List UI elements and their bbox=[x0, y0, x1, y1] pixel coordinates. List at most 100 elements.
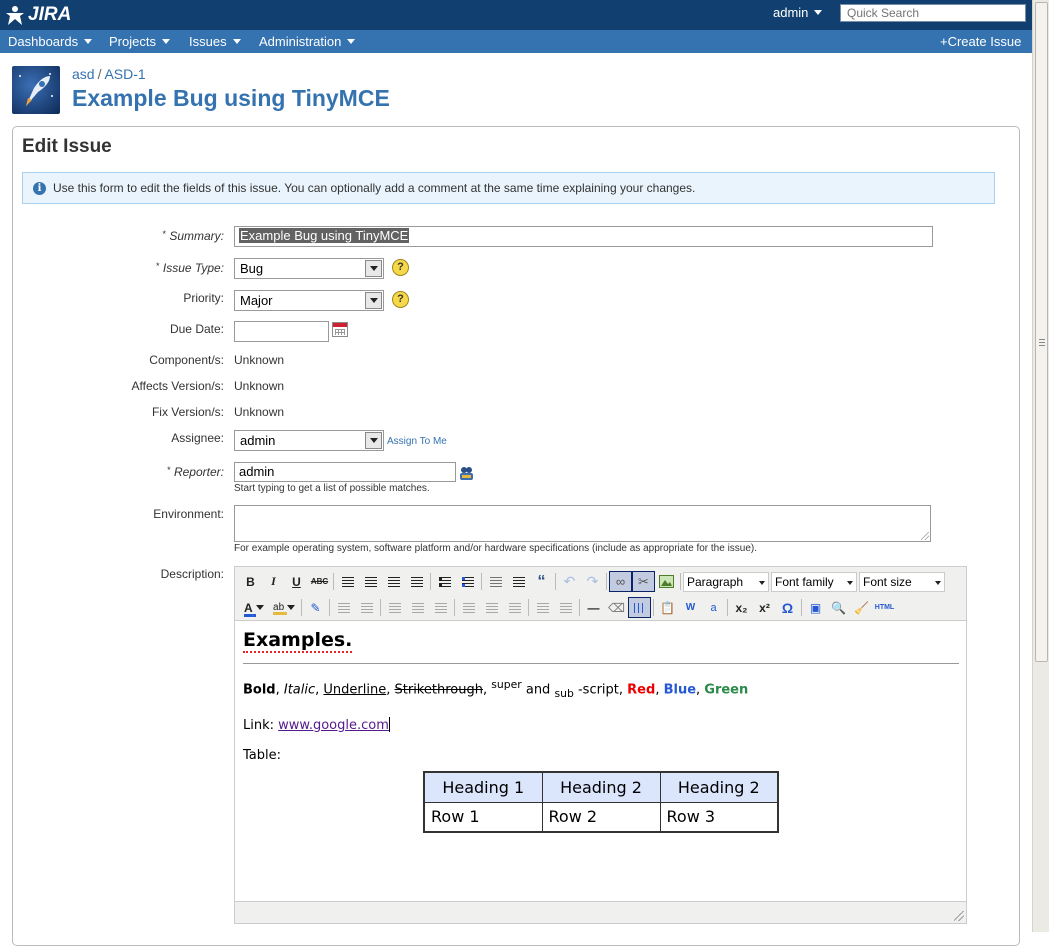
remove-format-button[interactable]: ⌫ bbox=[605, 597, 628, 618]
page-scrollbar[interactable] bbox=[1032, 0, 1049, 932]
image-button[interactable] bbox=[655, 571, 678, 592]
nav-label: Issues bbox=[189, 34, 227, 49]
align-center-button[interactable] bbox=[359, 571, 382, 592]
split-cells-button[interactable] bbox=[531, 597, 554, 618]
delete-col-button[interactable] bbox=[503, 597, 526, 618]
breadcrumb-issue-link[interactable]: ASD-1 bbox=[104, 66, 145, 82]
strikethrough-text: Strikethrough bbox=[394, 682, 483, 698]
nav-administration[interactable]: Administration bbox=[259, 34, 356, 49]
reporter-input[interactable]: admin bbox=[234, 462, 456, 482]
paste-word-button[interactable]: W bbox=[679, 597, 702, 618]
assign-to-me-link[interactable]: Assign To Me bbox=[387, 436, 447, 447]
table-header-cell[interactable]: Heading 2 bbox=[659, 771, 779, 803]
help-icon[interactable]: ? bbox=[392, 291, 409, 308]
unlink-button[interactable]: ✂ bbox=[632, 571, 655, 592]
html-button[interactable]: HTML bbox=[873, 597, 896, 618]
bullet-list-button[interactable] bbox=[433, 571, 456, 592]
due-date-input[interactable] bbox=[234, 321, 329, 342]
insert-row-after-button[interactable] bbox=[406, 597, 429, 618]
priority-select[interactable]: Major bbox=[234, 290, 384, 311]
content-divider bbox=[243, 663, 959, 664]
charmap-button[interactable]: Ω bbox=[776, 597, 799, 618]
bold-button[interactable]: B bbox=[239, 571, 262, 592]
jira-logo[interactable]: JIRA bbox=[4, 3, 71, 27]
rocket-icon bbox=[19, 73, 53, 106]
assignee-select[interactable]: admin bbox=[234, 430, 384, 451]
insert-col-before-button[interactable] bbox=[457, 597, 480, 618]
summary-input[interactable]: Example Bug using TinyMCE bbox=[234, 226, 933, 247]
justify-button[interactable] bbox=[405, 571, 428, 592]
breadcrumb-project-link[interactable]: asd bbox=[72, 66, 95, 82]
page-title[interactable]: Example Bug using TinyMCE bbox=[72, 85, 390, 112]
table-cell[interactable]: Row 3 bbox=[659, 801, 779, 833]
help-icon[interactable]: ? bbox=[392, 259, 409, 276]
nav-issues[interactable]: Issues bbox=[189, 34, 241, 49]
user-menu[interactable]: admin bbox=[773, 5, 823, 20]
bullet-list-icon bbox=[438, 576, 451, 587]
google-link[interactable]: www.google.com bbox=[278, 718, 389, 733]
horizontal-rule-button[interactable]: — bbox=[582, 597, 605, 618]
table-header-row: Heading 1 Heading 2 Heading 2 bbox=[423, 771, 779, 803]
issue-type-select[interactable]: Bug bbox=[234, 258, 384, 279]
link-button[interactable]: ∞ bbox=[609, 571, 632, 592]
align-center-icon bbox=[364, 576, 377, 587]
undo-button[interactable]: ↶ bbox=[558, 571, 581, 592]
table-header-cell[interactable]: Heading 1 bbox=[423, 771, 543, 803]
content-link-line: Link: www.google.com bbox=[243, 716, 390, 733]
subscript-button[interactable]: x₂ bbox=[730, 597, 753, 618]
merge-cells-button[interactable] bbox=[554, 597, 577, 618]
indent-button[interactable] bbox=[507, 571, 530, 592]
table-cell[interactable]: Row 2 bbox=[541, 801, 661, 833]
delete-row-button[interactable] bbox=[429, 597, 452, 618]
logo-text: JIRA bbox=[28, 4, 72, 25]
forecolor-button[interactable]: A bbox=[239, 597, 269, 618]
toolbar-separator bbox=[555, 573, 556, 590]
paste-button[interactable]: 📋 bbox=[656, 597, 679, 618]
insert-row-before-button[interactable] bbox=[383, 597, 406, 618]
fullscreen-button[interactable]: ▣ bbox=[804, 597, 827, 618]
create-issue-button[interactable]: +Create Issue bbox=[940, 34, 1021, 49]
outdent-button[interactable] bbox=[484, 571, 507, 592]
table-cell-props-button[interactable] bbox=[355, 597, 378, 618]
quick-search-input[interactable] bbox=[840, 4, 1026, 22]
resize-grip-icon[interactable] bbox=[921, 532, 929, 540]
user-name: admin bbox=[773, 5, 809, 20]
font-size-select[interactable]: Font size bbox=[859, 571, 945, 592]
table-icon bbox=[485, 602, 498, 613]
panel-title: Edit Issue bbox=[22, 136, 112, 157]
numbered-list-button[interactable] bbox=[456, 571, 479, 592]
table-cell[interactable]: Row 1 bbox=[423, 801, 543, 833]
backcolor-button[interactable]: ab bbox=[269, 597, 299, 618]
resize-grip-icon[interactable] bbox=[954, 911, 964, 921]
font-family-select[interactable]: Font family bbox=[771, 571, 857, 592]
table-button[interactable] bbox=[628, 597, 651, 618]
nav-projects[interactable]: Projects bbox=[109, 34, 170, 49]
numbered-list-icon bbox=[461, 576, 474, 587]
select-all-button[interactable]: a bbox=[702, 597, 725, 618]
blockquote-button[interactable]: “ bbox=[530, 571, 553, 592]
required-marker: * bbox=[156, 261, 160, 271]
scrollbar-thumb[interactable] bbox=[1035, 2, 1048, 662]
chevron-down-icon bbox=[347, 39, 356, 44]
calendar-icon[interactable] bbox=[332, 322, 348, 337]
nav-label: Projects bbox=[109, 34, 156, 49]
align-right-button[interactable] bbox=[382, 571, 405, 592]
insert-col-after-button[interactable] bbox=[480, 597, 503, 618]
editor-content[interactable]: Examples. Bold, Italic, Underline, Strik… bbox=[243, 627, 959, 833]
find-button[interactable]: 🔍 bbox=[827, 597, 850, 618]
superscript-button[interactable]: x² bbox=[753, 597, 776, 618]
redo-button[interactable]: ↷ bbox=[581, 571, 604, 592]
nav-dashboards[interactable]: Dashboards bbox=[8, 34, 93, 49]
align-left-button[interactable] bbox=[336, 571, 359, 592]
format-select[interactable]: Paragraph bbox=[683, 571, 769, 592]
table-row-props-button[interactable] bbox=[332, 597, 355, 618]
chevron-down-icon bbox=[256, 605, 264, 610]
underline-button[interactable]: U bbox=[285, 571, 308, 592]
user-picker-icon[interactable] bbox=[459, 466, 474, 481]
edit-source-button[interactable]: ✎ bbox=[304, 597, 327, 618]
strikethrough-button[interactable]: ABC bbox=[308, 571, 331, 592]
italic-button[interactable]: I bbox=[262, 571, 285, 592]
environment-textarea[interactable] bbox=[234, 505, 931, 542]
cleanup-button[interactable]: 🧹 bbox=[850, 597, 873, 618]
table-header-cell[interactable]: Heading 2 bbox=[541, 771, 661, 803]
